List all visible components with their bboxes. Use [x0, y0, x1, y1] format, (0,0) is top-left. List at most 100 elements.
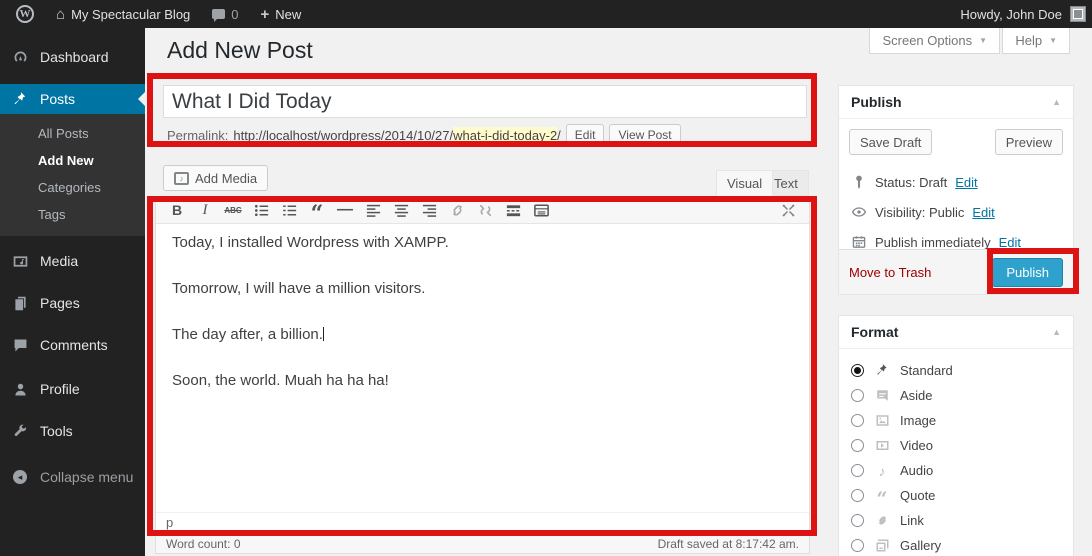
- profile-icon: [10, 381, 30, 398]
- italic-button[interactable]: I: [192, 199, 218, 221]
- radio-button[interactable]: [851, 539, 864, 552]
- post-title-input[interactable]: [163, 85, 807, 118]
- user-avatar[interactable]: [1070, 6, 1086, 22]
- editor-paragraph: Soon, the world. Muah ha ha ha!: [172, 372, 793, 390]
- word-count-value: 0: [234, 537, 241, 551]
- bold-button[interactable]: B: [164, 199, 190, 221]
- format-option-link[interactable]: Link: [851, 508, 1061, 533]
- sidebar-item-media[interactable]: Media: [0, 246, 145, 276]
- radio-button[interactable]: [851, 514, 864, 527]
- format-option-quote[interactable]: “ Quote: [851, 483, 1061, 508]
- strikethrough-button[interactable]: ABC: [220, 199, 246, 221]
- numbered-list-button[interactable]: [276, 199, 302, 221]
- submenu-categories[interactable]: Categories: [0, 174, 145, 201]
- collapse-panel-icon[interactable]: ▲: [1052, 327, 1061, 337]
- publish-button[interactable]: Publish: [992, 258, 1063, 287]
- save-draft-button[interactable]: Save Draft: [849, 129, 932, 155]
- radio-button[interactable]: [851, 389, 864, 402]
- sidebar-label: Collapse menu: [40, 469, 133, 485]
- edit-status-link[interactable]: Edit: [955, 175, 977, 190]
- format-option-audio[interactable]: ♪ Audio: [851, 458, 1061, 483]
- sidebar-label: Media: [40, 253, 78, 269]
- editor-content[interactable]: Today, I installed Wordpress with XAMPP.…: [156, 224, 809, 512]
- format-option-image[interactable]: Image: [851, 408, 1061, 433]
- comments-icon: [10, 337, 30, 354]
- sidebar-item-profile[interactable]: Profile: [0, 374, 145, 404]
- permalink-slash: /: [557, 128, 561, 143]
- media-icon: [10, 253, 30, 270]
- bullet-list-button[interactable]: [248, 199, 274, 221]
- schedule-text: Publish immediately: [875, 235, 991, 250]
- howdy-user-menu[interactable]: Howdy, John Doe: [960, 7, 1062, 22]
- distraction-free-button[interactable]: [775, 199, 801, 221]
- publish-panel-header[interactable]: Publish ▲: [839, 86, 1073, 119]
- sidebar-label: Pages: [40, 295, 80, 311]
- permalink-label: Permalink:: [167, 128, 228, 143]
- align-center-button[interactable]: [388, 199, 414, 221]
- format-link-icon: [873, 513, 891, 528]
- editor-status-bar: Word count: 0 Draft saved at 8:17:42 am.: [156, 534, 809, 553]
- radio-button[interactable]: [851, 489, 864, 502]
- edit-schedule-link[interactable]: Edit: [999, 235, 1021, 250]
- collapse-panel-icon[interactable]: ▲: [1052, 97, 1061, 107]
- insert-link-button[interactable]: [444, 199, 470, 221]
- sidebar-item-tools[interactable]: Tools: [0, 416, 145, 446]
- submenu-tags[interactable]: Tags: [0, 201, 145, 228]
- format-option-gallery[interactable]: Gallery: [851, 533, 1061, 556]
- edit-permalink-button[interactable]: Edit: [566, 124, 605, 146]
- sidebar-item-dashboard[interactable]: Dashboard: [0, 42, 145, 72]
- sidebar-collapse-menu[interactable]: ◂ Collapse menu: [0, 462, 145, 492]
- unlink-button[interactable]: [472, 199, 498, 221]
- help-tab[interactable]: Help ▼: [1002, 28, 1070, 54]
- preview-button[interactable]: Preview: [995, 129, 1063, 155]
- sidebar-item-pages[interactable]: Pages: [0, 288, 145, 318]
- format-option-aside[interactable]: Aside: [851, 383, 1061, 408]
- sidebar-label: Posts: [40, 91, 75, 107]
- editor-paragraph: Today, I installed Wordpress with XAMPP.: [172, 234, 793, 252]
- element-path[interactable]: p: [166, 515, 173, 530]
- sidebar-item-posts[interactable]: Posts: [0, 84, 145, 114]
- add-media-button[interactable]: ♪ Add Media: [163, 165, 268, 191]
- wordpress-logo-menu[interactable]: W: [8, 0, 42, 28]
- read-more-button[interactable]: [500, 199, 526, 221]
- sidebar-item-comments[interactable]: Comments: [0, 330, 145, 360]
- home-icon: ⌂: [56, 7, 65, 22]
- visibility-row: Visibility: Public Edit: [849, 197, 1063, 227]
- eye-icon: [851, 204, 867, 220]
- format-option-video[interactable]: Video: [851, 433, 1061, 458]
- permalink-row: Permalink: http://localhost/wordpress/20…: [167, 123, 811, 147]
- sidebar-label: Tools: [40, 423, 73, 439]
- format-panel-header[interactable]: Format ▲: [839, 316, 1073, 349]
- horizontal-rule-button[interactable]: —: [332, 199, 358, 221]
- radio-button[interactable]: [851, 439, 864, 452]
- format-quote-icon: “: [873, 488, 891, 503]
- view-post-button[interactable]: View Post: [609, 124, 680, 146]
- edit-visibility-link[interactable]: Edit: [972, 205, 994, 220]
- align-right-button[interactable]: [416, 199, 442, 221]
- move-to-trash-link[interactable]: Move to Trash: [849, 265, 931, 280]
- comment-count: 0: [231, 7, 238, 22]
- radio-button[interactable]: [851, 364, 864, 377]
- radio-button[interactable]: [851, 464, 864, 477]
- content-editor: B I ABC “ — Today, I installed Wordpress…: [155, 196, 810, 554]
- radio-button[interactable]: [851, 414, 864, 427]
- collapse-arrow-icon: ◂: [10, 470, 30, 484]
- format-audio-icon: ♪: [873, 463, 891, 479]
- align-left-button[interactable]: [360, 199, 386, 221]
- site-link[interactable]: ⌂ My Spectacular Blog: [48, 0, 198, 28]
- toolbar-toggle-button[interactable]: [528, 199, 554, 221]
- calendar-icon: [851, 234, 867, 250]
- format-option-standard[interactable]: Standard: [851, 358, 1061, 383]
- status-row: Status: Draft Edit: [849, 167, 1063, 197]
- tab-visual[interactable]: Visual: [716, 170, 773, 196]
- format-image-icon: [873, 413, 891, 428]
- submenu-all-posts[interactable]: All Posts: [0, 120, 145, 147]
- format-aside-icon: [873, 388, 891, 403]
- editor-toolbar: B I ABC “ —: [156, 197, 809, 224]
- submenu-add-new[interactable]: Add New: [0, 147, 145, 174]
- new-content-menu[interactable]: + New: [253, 0, 310, 28]
- blockquote-button[interactable]: “: [304, 199, 330, 221]
- comments-shortcut[interactable]: 0: [204, 0, 246, 28]
- screen-options-tab[interactable]: Screen Options ▼: [869, 28, 1000, 54]
- permalink-slug[interactable]: what-i-did-today-2: [453, 127, 557, 144]
